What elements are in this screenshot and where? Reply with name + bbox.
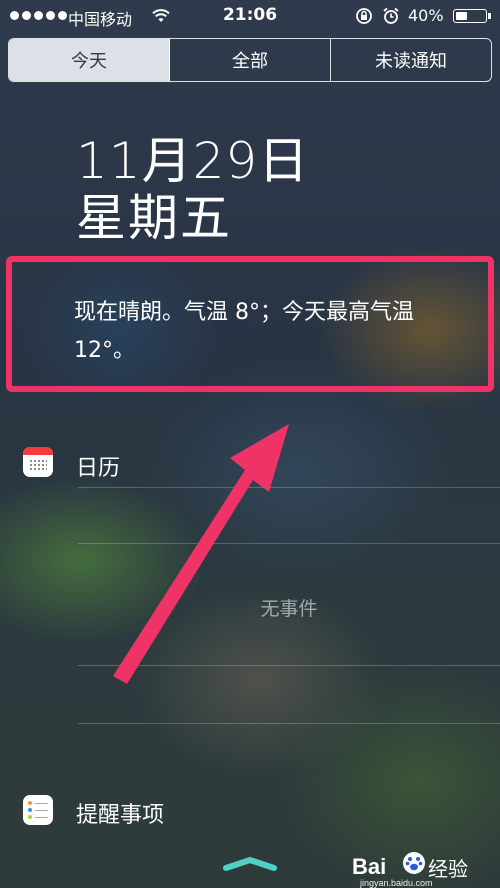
battery-icon — [453, 9, 487, 23]
alarm-clock-icon — [382, 7, 400, 29]
calendar-no-events: 无事件 — [260, 598, 318, 620]
weather-summary: 现在晴朗。气温 8°；今天最高气温 12°。 — [74, 300, 414, 363]
calendar-divider-bottom — [78, 723, 500, 724]
calendar-divider — [78, 665, 500, 666]
baidu-paw-icon — [403, 852, 425, 874]
battery-percent: 40% — [408, 6, 444, 25]
chevron-up-icon[interactable] — [222, 856, 278, 876]
reminders-icon — [23, 795, 53, 825]
watermark-brand-cn: 经验 — [428, 857, 468, 881]
baidu-jingyan-watermark: Bai 经验 jingyan.baidu.com — [352, 848, 492, 888]
watermark-url: jingyan.baidu.com — [360, 878, 433, 888]
reminders-widget-title[interactable]: 提醒事项 — [76, 797, 164, 829]
calendar-icon — [23, 447, 53, 477]
battery-nub — [488, 13, 491, 19]
status-bar: 中国移动 21:06 40% — [0, 0, 500, 32]
notification-center-tabs: 今天 全部 未读通知 — [8, 38, 492, 82]
tab-missed[interactable]: 未读通知 — [331, 39, 491, 81]
battery-level-fill — [456, 12, 467, 20]
tab-today[interactable]: 今天 — [9, 39, 170, 81]
watermark-brand: Bai — [352, 854, 387, 879]
orientation-lock-icon — [355, 7, 373, 29]
calendar-divider — [78, 543, 500, 544]
calendar-widget-title[interactable]: 日历 — [76, 450, 120, 482]
calendar-divider-top — [78, 487, 500, 488]
today-date: 11月29日 — [76, 132, 310, 190]
today-weekday: 星期五 — [76, 189, 232, 247]
tab-all[interactable]: 全部 — [170, 39, 331, 81]
